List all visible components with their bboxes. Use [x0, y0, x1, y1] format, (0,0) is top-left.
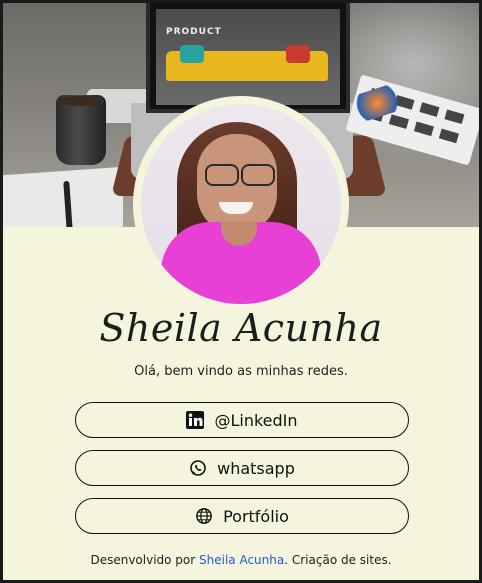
screen-content: PRODUCT [156, 9, 340, 105]
tablet-thumbnail [419, 102, 440, 117]
paper-sheet [3, 166, 123, 227]
linkedin-button[interactable]: @LinkedIn [75, 402, 409, 438]
tablet-thumbnail [413, 121, 434, 137]
linkedin-icon [186, 411, 205, 429]
profile-name: Sheila Acunha [99, 306, 383, 350]
glasses-lens-left [205, 164, 239, 186]
linkedin-label: @LinkedIn [214, 410, 298, 430]
footer-credit: Desenvolvido por Sheila Acunha. Criação … [3, 553, 479, 567]
profile-card: PRODUCT Sheila Acunha Olá, bem vindo as … [3, 3, 479, 580]
sofa-pillow [180, 45, 204, 63]
globe-icon [195, 507, 213, 525]
avatar [141, 104, 341, 304]
tablet-thumbnail [388, 114, 409, 129]
portfolio-button[interactable]: Portfólio [75, 498, 409, 534]
portfolio-label: Portfólio [223, 506, 289, 526]
sofa-pillow [286, 45, 310, 63]
footer-suffix: . Criação de sites. [284, 553, 392, 567]
whatsapp-icon [189, 459, 207, 477]
link-list: @LinkedIn whatsapp Portfólio [75, 402, 409, 546]
avatar-glasses [199, 164, 277, 186]
author-link[interactable]: Sheila Acunha [199, 553, 284, 567]
glasses-lens-right [241, 164, 275, 186]
tablet-thumbnail [438, 128, 459, 144]
screen-text: PRODUCT [166, 27, 222, 37]
whatsapp-label: whatsapp [217, 458, 295, 478]
footer-prefix: Desenvolvido por [90, 553, 200, 567]
whatsapp-button[interactable]: whatsapp [75, 450, 409, 486]
coffee-surface [58, 96, 104, 106]
tablet-thumbnail [444, 109, 465, 125]
profile-greeting: Olá, bem vindo as minhas redes. [134, 364, 348, 379]
avatar-frame [133, 96, 349, 312]
